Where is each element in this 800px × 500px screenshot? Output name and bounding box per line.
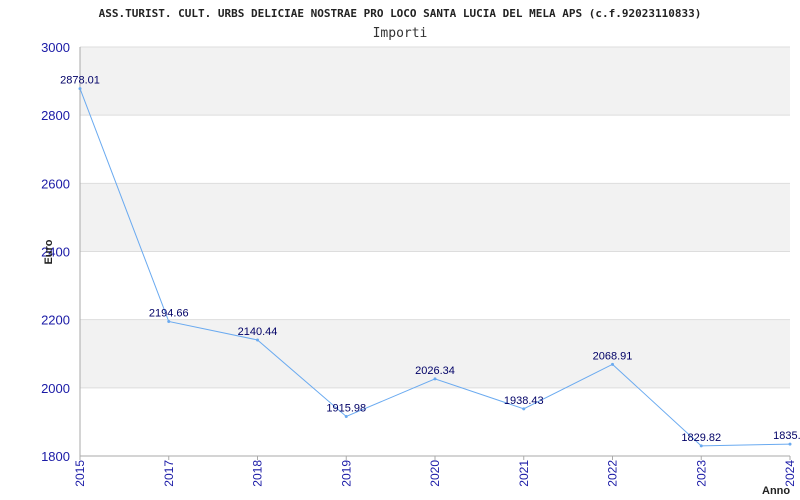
data-label: 1938.43 [504, 395, 544, 407]
data-point [788, 442, 792, 446]
data-label: 1915.98 [326, 402, 366, 414]
data-point [433, 377, 437, 381]
y-tick-label: 2000 [41, 381, 70, 396]
data-point [78, 87, 82, 91]
data-label: 2140.44 [238, 326, 278, 338]
data-label: 1829.82 [681, 432, 721, 444]
x-tick-label: 2015 [73, 460, 87, 487]
y-tick-label: 3000 [41, 40, 70, 55]
y-tick-label: 2800 [41, 108, 70, 123]
data-label: 1835.0 [773, 430, 800, 442]
line-chart: ASS.TURIST. CULT. URBS DELICIAE NOSTRAE … [41, 7, 800, 497]
x-tick-label: 2024 [783, 460, 797, 487]
data-label: 2068.91 [593, 350, 633, 362]
y-tick-label: 2600 [41, 176, 70, 191]
data-label: 2026.34 [415, 365, 455, 377]
data-label: 2878.01 [60, 75, 100, 87]
data-point [167, 319, 171, 323]
data-point [522, 407, 526, 411]
data-point [344, 414, 348, 418]
y-axis-label: Euro [43, 239, 55, 264]
data-point [699, 444, 703, 448]
x-tick-label: 2021 [517, 460, 531, 487]
x-tick-label: 2022 [606, 460, 620, 487]
chart-title: ASS.TURIST. CULT. URBS DELICIAE NOSTRAE … [99, 7, 702, 20]
data-point [611, 362, 614, 366]
y-tick-label: 1800 [41, 449, 70, 464]
data-label: 2194.66 [149, 307, 189, 319]
y-tick-label: 2200 [41, 313, 70, 328]
x-tick-label: 2017 [162, 460, 176, 487]
x-tick-label: 2023 [694, 460, 708, 487]
x-axis-label: Anno [762, 485, 790, 497]
x-tick-label: 2019 [339, 460, 353, 487]
data-point [256, 338, 259, 342]
grid-band [80, 47, 790, 116]
x-tick-label: 2018 [251, 460, 265, 487]
x-tick-label: 2020 [428, 460, 442, 487]
chart-subtitle: Importi [373, 26, 428, 41]
series-line [79, 88, 791, 447]
grid-band [80, 183, 790, 252]
